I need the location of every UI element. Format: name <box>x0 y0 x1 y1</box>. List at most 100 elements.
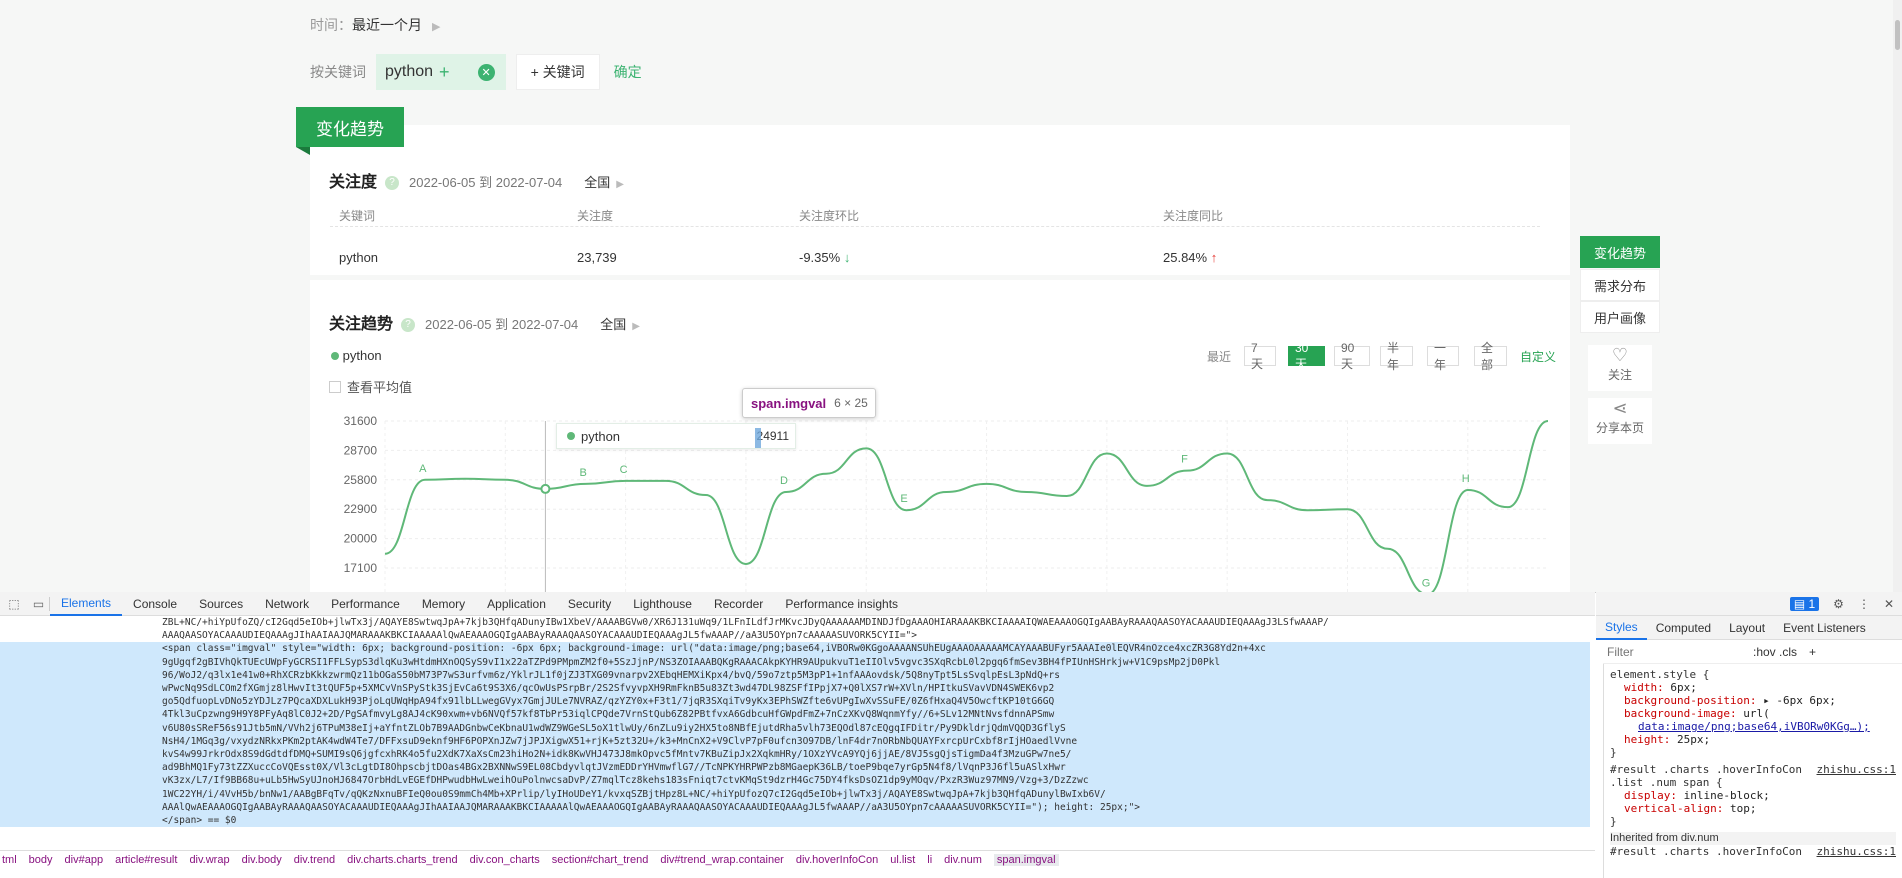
gear-icon[interactable]: ⚙ <box>1833 597 1844 611</box>
inspect-icon[interactable]: ⬚ <box>0 597 28 611</box>
tab-security[interactable]: Security <box>557 592 622 616</box>
code-line[interactable]: ZBL+NC/+hiYpUfoZQ/cI2Gqd5eIOb+jlwTx3j/AQ… <box>0 616 1590 629</box>
css-property[interactable]: height: 25px; <box>1610 733 1896 746</box>
keyword-row: 按关键词 python + ✕ + 关键词 确定 <box>310 54 642 90</box>
range-year[interactable]: 一年 <box>1427 341 1459 372</box>
breadcrumb-item[interactable]: div.con_charts <box>470 854 540 866</box>
help-icon[interactable]: ? <box>401 317 416 332</box>
range-half-year[interactable]: 半年 <box>1380 341 1413 372</box>
breadcrumb-item[interactable]: ul.list <box>890 854 915 866</box>
tab-event-listeners[interactable]: Event Listeners <box>1774 616 1875 640</box>
follow-button[interactable]: ♡ 关注 <box>1588 345 1652 391</box>
code-line[interactable]: 4Tkl3uCpzwng9H9Y8PFyAq8lC0J2+2D/PgSAfmvy… <box>0 708 1590 722</box>
breadcrumb-item[interactable]: div.body <box>242 854 282 866</box>
tab-sources[interactable]: Sources <box>188 592 254 616</box>
breadcrumb-item[interactable]: tml <box>2 854 17 866</box>
breadcrumb-item[interactable]: div#trend_wrap.container <box>660 854 784 866</box>
breadcrumb-item[interactable]: span.imgval <box>993 853 1059 866</box>
add-keyword-button[interactable]: + 关键词 <box>515 54 600 90</box>
code-line[interactable]: vK3zx/L7/If9BB68u+uLb5HwSyUJnoHJ6847OrbH… <box>0 774 1590 788</box>
css-property[interactable]: width: 6px; <box>1610 681 1896 694</box>
plus-icon[interactable]: + <box>1809 645 1816 659</box>
code-line[interactable]: kvS4w99JrkrOdx8S9dGdtdfDMQ+SUMI9sQ6jgfcx… <box>0 748 1590 762</box>
page-scrollbar[interactable] <box>1893 0 1902 592</box>
code-line[interactable]: v6U80sSReF56s91Jtb5mN/VVh2j6TPuM38eIj+aY… <box>0 721 1590 735</box>
confirm-button[interactable]: 确定 <box>614 62 642 82</box>
range-label: 最近 <box>1207 350 1232 364</box>
checkbox[interactable] <box>329 380 341 393</box>
code-line[interactable]: wPwcNq9SdLCOm2fXGmjz8lHwvIt3tQUF5p+5XMCv… <box>0 682 1590 696</box>
issues-badge[interactable]: ▤ 1 <box>1789 596 1820 611</box>
trend-region[interactable]: 全国 ▶ <box>600 317 640 332</box>
time-filter[interactable]: 时间：最近一个月 ▶ <box>310 15 440 35</box>
breadcrumb-item[interactable]: div#app <box>65 854 104 866</box>
breadcrumb-item[interactable]: div.num <box>944 854 982 866</box>
breadcrumb-item[interactable]: div.charts.charts_trend <box>347 854 457 866</box>
css-property[interactable]: background-image: url( <box>1610 707 1896 720</box>
breadcrumb-item[interactable]: div.hoverInfoCon <box>796 854 878 866</box>
filter-hints[interactable]: :hov .cls <box>1753 645 1797 659</box>
table-divider <box>330 226 1540 227</box>
code-line[interactable]: 9gUgqf2gBIVhQkTUEcUWpFyGCRSI1FFLSypS3dlq… <box>0 655 1590 669</box>
avg-toggle[interactable]: 查看平均值 <box>329 377 412 396</box>
tab-recorder[interactable]: Recorder <box>703 592 774 616</box>
range-7d[interactable]: 7天 <box>1244 341 1276 371</box>
code-line[interactable]: go5QdfuopLvDNo5zYDJLz7PQcaXDXLukH93PjoLq… <box>0 695 1590 709</box>
breadcrumb-item[interactable]: div.trend <box>294 854 335 866</box>
tab-lighthouse[interactable]: Lighthouse <box>622 592 703 616</box>
scrollbar-thumb[interactable] <box>1895 20 1900 50</box>
breadcrumb-item[interactable]: li <box>927 854 932 866</box>
code-line[interactable]: <span class="imgval" style="width: 6px; … <box>0 642 1590 656</box>
share-button[interactable]: ⋖ 分享本页 <box>1588 398 1652 444</box>
plus-icon[interactable]: + <box>439 62 450 83</box>
close-icon[interactable]: ✕ <box>477 63 495 81</box>
code-line[interactable]: AAAQAASOYACAAAUDIEQAAAgJIhAAIAAJQMARAAAK… <box>0 629 1590 642</box>
css-property[interactable]: data:image/png;base64,iVBORw0KGg…); <box>1610 720 1896 733</box>
more-icon[interactable]: ⋮ <box>1858 597 1870 611</box>
tab-performance[interactable]: Performance <box>320 592 411 616</box>
breadcrumb-item[interactable]: article#result <box>115 854 177 866</box>
tab-console[interactable]: Console <box>122 592 188 616</box>
range-all[interactable]: 全部 <box>1474 341 1507 372</box>
css-property[interactable]: display: inline-block; <box>1610 789 1896 802</box>
legend[interactable]: python <box>331 348 382 363</box>
css-property[interactable]: background-position: ▸ -6px 6px; <box>1610 694 1896 707</box>
code-line[interactable]: NsH4/1MGq3g/vxydzNRkxPKm2ptAK4wdW4Te7/DF… <box>0 734 1590 749</box>
tab-network[interactable]: Network <box>254 592 320 616</box>
css-source-link[interactable]: zhishu.css:1 <box>1817 763 1896 789</box>
device-icon[interactable]: ▭ <box>28 596 50 611</box>
code-line[interactable]: ad9BhMQ1Fy73tZZXuccCoVQEsst0X/Vl3cLgtDI8… <box>0 761 1590 775</box>
attention-region[interactable]: 全国 ▶ <box>584 175 624 190</box>
close-icon[interactable]: ✕ <box>1884 597 1894 611</box>
range-30d[interactable]: 30天 <box>1288 341 1325 371</box>
inherited-rule[interactable]: #result .charts .hoverInfoCon zhishu.css:… <box>1610 845 1896 858</box>
help-icon[interactable]: ? <box>385 175 400 190</box>
side-trend[interactable]: 变化趋势 <box>1580 236 1660 268</box>
code-line[interactable]: AAAlQwAEAAAOGQIgAABAyRAAAQAASOYACAAAUDIE… <box>0 800 1590 815</box>
keyword-tag[interactable]: python + ✕ <box>376 54 506 90</box>
tab-elements[interactable]: Elements <box>50 592 123 616</box>
tab-styles[interactable]: Styles <box>1596 616 1647 640</box>
tab-computed[interactable]: Computed <box>1647 616 1720 640</box>
tab-performance-insights[interactable]: Performance insights <box>774 592 909 616</box>
breadcrumb-item[interactable]: body <box>29 854 53 866</box>
css-selector[interactable]: element.style { <box>1610 668 1896 681</box>
tab-layout[interactable]: Layout <box>1720 616 1774 640</box>
code-line[interactable]: 1WC22YH/i/4VvH5b/bnNw1/AABgBFqTv/qQKzNxn… <box>0 787 1590 801</box>
tab-application[interactable]: Application <box>476 592 557 616</box>
code-line[interactable]: 96/WoJ2/q3lx1e41w0+RhXCRzbKkkzwrmQz11bOG… <box>0 668 1590 683</box>
styles-filter-input[interactable] <box>1603 644 1743 659</box>
css-property[interactable]: vertical-align: top; <box>1610 802 1896 815</box>
elements-tree[interactable]: ZBL+NC/+hiYpUfoZQ/cI2Gqd5eIOb+jlwTx3j/AQ… <box>0 616 1590 848</box>
code-line[interactable]: </span> == $0 <box>0 814 1590 828</box>
range-90d[interactable]: 90天 <box>1334 341 1370 371</box>
devtools-tabs: ⬚ ▭ Elements Console Sources Network Per… <box>0 592 1595 616</box>
css-selector[interactable]: #result .charts .hoverInfoCon .list .num… <box>1610 763 1896 789</box>
side-profile[interactable]: 用户画像 <box>1580 301 1660 333</box>
css-source-link[interactable]: zhishu.css:1 <box>1817 845 1896 858</box>
breadcrumb-item[interactable]: div.wrap <box>189 854 229 866</box>
breadcrumb-item[interactable]: section#chart_trend <box>552 854 649 866</box>
range-custom[interactable]: 自定义 <box>1520 348 1556 365</box>
tab-memory[interactable]: Memory <box>411 592 476 616</box>
side-demand[interactable]: 需求分布 <box>1580 269 1660 301</box>
